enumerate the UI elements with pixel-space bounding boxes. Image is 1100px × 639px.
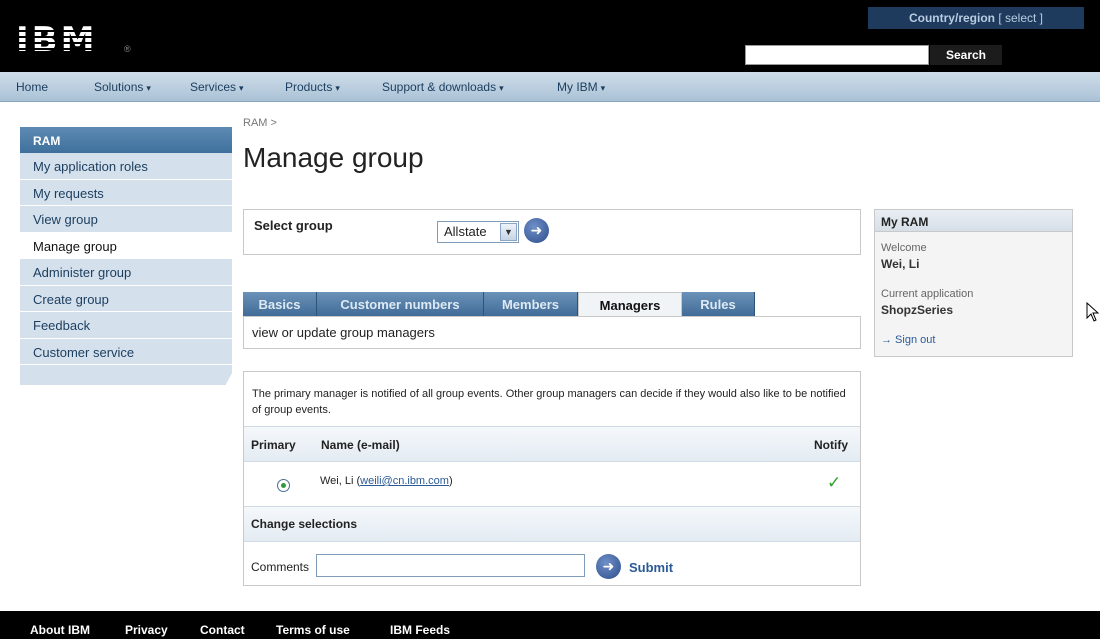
tab-customer-numbers[interactable]: Customer numbers [317,292,484,317]
nav-label: Solutions [94,80,144,94]
nav-item-products[interactable]: Products ▾ [285,80,340,94]
managers-panel: The primary manager is notified of all g… [243,371,861,586]
sidebar-item-manage-group[interactable]: Manage group [20,232,232,259]
primary-radio[interactable] [277,479,290,492]
footer-link-contact[interactable]: Contact [200,623,245,637]
chevron-down-icon: ▾ [600,83,606,93]
search-button[interactable]: Search [930,45,1002,65]
current-application-label: Current application [881,288,974,300]
chevron-down-icon: ▾ [499,83,504,93]
footer-link-about[interactable]: About IBM [30,623,90,637]
checkmark-icon: ✓ [827,473,842,492]
tab-members[interactable]: Members [484,292,578,317]
arrow-right-icon: ➜ [602,558,615,574]
mouse-cursor-icon [1086,302,1100,322]
sidebar: RAM My application roles My requests Vie… [20,127,232,385]
manager-email-link[interactable]: weili@cn.ibm.com [360,475,449,487]
chevron-down-icon: ▾ [335,83,340,93]
logo-text: IBM [16,20,98,60]
sidebar-footer [20,365,232,385]
chevron-down-icon: ▾ [239,83,244,93]
my-ram-panel: My RAM Welcome Wei, Li Current applicati… [874,209,1073,357]
go-arrow-button[interactable]: ➜ [524,218,549,243]
nav-item-solutions[interactable]: Solutions ▾ [94,80,151,94]
comments-input[interactable] [316,554,585,577]
breadcrumb[interactable]: RAM > [243,117,277,129]
sidebar-item-customer-service[interactable]: Customer service [20,338,232,365]
tab-managers[interactable]: Managers [578,292,682,318]
chevron-down-icon: ▾ [146,83,151,93]
select-group-panel: Select group Allstate ▼ ➜ [243,209,861,255]
country-label: Country/region [908,11,995,25]
manager-name-close: ) [448,475,453,487]
column-header-notify: Notify [814,438,848,452]
user-name: Wei, Li [881,257,920,271]
nav-label: Products [285,80,333,94]
nav-item-home[interactable]: Home [16,80,51,94]
comments-label: Comments [251,560,310,574]
tab-rules[interactable]: Rules [682,292,755,317]
country-select-link[interactable]: [ select ] [998,11,1043,25]
change-selections-row: Change selections [244,506,860,542]
sidebar-item-create-group[interactable]: Create group [20,285,232,312]
sidebar-item-administer-group[interactable]: Administer group [20,259,232,286]
column-header-primary: Primary [251,438,296,452]
sidebar-item-my-requests[interactable]: My requests [20,179,232,206]
nav-item-services[interactable]: Services ▾ [190,80,244,94]
footer-link-terms[interactable]: Terms of use [276,623,350,637]
nav-label: Services [190,80,237,94]
column-header-name: Name (e-mail) [321,438,400,452]
tab-basics[interactable]: Basics [243,292,317,317]
footer-link-privacy[interactable]: Privacy [125,623,168,637]
arrow-right-icon: ➜ [530,222,543,238]
manager-name-text: Wei, Li ( [320,475,361,487]
nav-label: Support & downloads [382,80,497,94]
tab-panel: view or update group managers [243,316,861,349]
country-region-selector: Country/region [ select ] [868,7,1084,29]
sidebar-item-my-application-roles[interactable]: My application roles [20,153,232,180]
page-body: RAM My application roles My requests Vie… [0,103,1100,611]
nav-item-support[interactable]: Support & downloads ▾ [382,80,504,94]
group-dropdown[interactable]: Allstate ▼ [437,221,519,243]
sign-out-link[interactable]: → Sign out [881,334,935,346]
manager-name: Wei, Li (weili@cn.ibm.com) [320,475,453,487]
sidebar-item-feedback[interactable]: Feedback [20,312,232,339]
masthead: IBM ® Country/region [ select ] Search [0,0,1100,72]
managers-info-text: The primary manager is notified of all g… [252,388,846,416]
footer: About IBM Privacy Contact Terms of use I… [0,611,1100,639]
top-navigation: Home Solutions ▾ Services ▾ Products ▾ Supp… [0,72,1100,102]
submit-arrow-button[interactable]: ➜ [596,554,621,579]
nav-label: Home [16,80,49,94]
footer-link-feeds[interactable]: IBM Feeds [390,623,450,637]
chevron-down-icon[interactable]: ▼ [500,223,517,241]
nav-item-my-ibm[interactable]: My IBM ▾ [557,80,605,94]
current-application-value: ShopzSeries [881,303,954,317]
sidebar-heading: RAM [20,127,232,153]
sidebar-item-view-group[interactable]: View group [20,206,232,233]
nav-label: My IBM [557,80,598,94]
managers-table-header: Primary Name (e-mail) Notify [244,426,860,462]
select-group-label: Select group [254,218,333,233]
table-row: Wei, Li (weili@cn.ibm.com) ✓ [244,462,860,506]
ibm-logo[interactable]: IBM ® [16,20,136,60]
change-selections-label: Change selections [251,517,358,531]
search-input[interactable] [745,45,929,65]
page-title: Manage group [243,142,424,173]
welcome-label: Welcome [881,242,927,254]
my-ram-heading: My RAM [875,210,1072,232]
submit-button[interactable]: Submit [629,560,673,575]
tab-description: view or update group managers [252,325,435,340]
registered-mark: ® [124,44,131,54]
group-dropdown-value: Allstate [444,224,487,239]
